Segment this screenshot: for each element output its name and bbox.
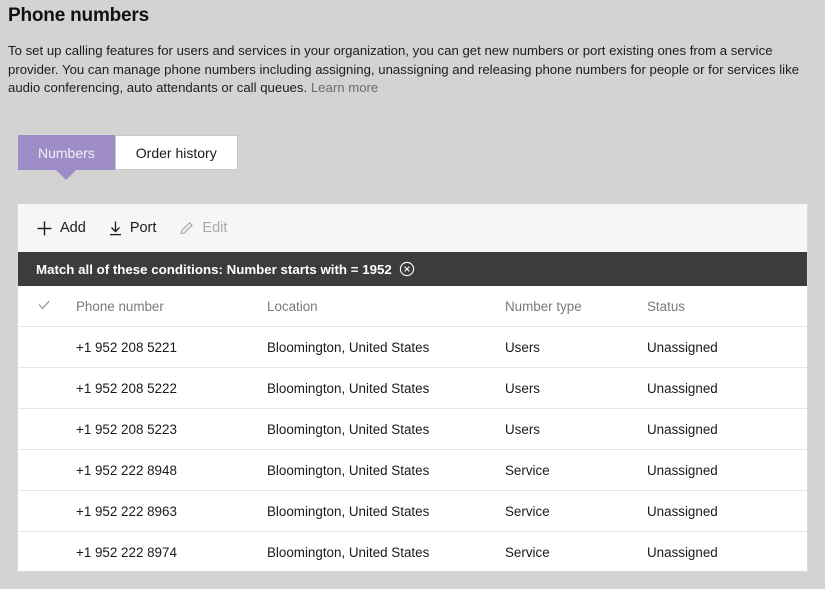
cell-location: Bloomington, United States (267, 490, 505, 532)
filter-bar: Match all of these conditions: Number st… (18, 252, 807, 286)
tab-order-history[interactable]: Order history (114, 135, 238, 170)
row-checkbox[interactable] (18, 367, 76, 409)
intro-paragraph: To set up calling features for users and… (8, 42, 814, 98)
row-checkbox[interactable] (18, 531, 76, 571)
cell-location: Bloomington, United States (267, 326, 505, 368)
cell-phone-number: +1 952 222 8974 (76, 531, 267, 571)
row-checkbox[interactable] (18, 490, 76, 532)
cell-number-type: Users (505, 326, 647, 368)
cell-location: Bloomington, United States (267, 449, 505, 491)
learn-more-link[interactable]: Learn more (311, 80, 378, 95)
page-title: Phone numbers (8, 5, 149, 26)
phone-numbers-page: Phone numbers To set up calling features… (0, 0, 825, 589)
numbers-panel: Add Port Edit Match all of these conditi… (17, 204, 808, 572)
cell-status: Unassigned (647, 531, 807, 571)
cell-status: Unassigned (647, 408, 807, 450)
cell-status: Unassigned (647, 326, 807, 368)
download-icon (108, 220, 123, 237)
plus-icon (36, 220, 53, 237)
cell-number-type: Service (505, 531, 647, 571)
add-button-label: Add (60, 220, 86, 236)
cell-phone-number: +1 952 222 8963 (76, 490, 267, 532)
cell-number-type: Service (505, 490, 647, 532)
tab-strip: Numbers Order history (18, 135, 238, 180)
cell-location: Bloomington, United States (267, 408, 505, 450)
table-row[interactable]: +1 952 222 8963 Bloomington, United Stat… (18, 490, 807, 532)
table-header: Phone number Location Number type Status (18, 286, 807, 327)
phone-numbers-table: Phone number Location Number type Status… (18, 286, 807, 571)
select-all-checkbox[interactable] (18, 286, 76, 327)
tab-pointer-icon (56, 170, 77, 180)
table-row[interactable]: +1 952 208 5222 Bloomington, United Stat… (18, 367, 807, 409)
column-header-phone-number[interactable]: Phone number (76, 286, 267, 327)
cell-status: Unassigned (647, 367, 807, 409)
cell-location: Bloomington, United States (267, 531, 505, 571)
table-body: +1 952 208 5221 Bloomington, United Stat… (18, 326, 807, 571)
edit-button: Edit (178, 220, 227, 237)
table-row[interactable]: +1 952 222 8948 Bloomington, United Stat… (18, 449, 807, 491)
cell-status: Unassigned (647, 449, 807, 491)
cell-location: Bloomington, United States (267, 367, 505, 409)
row-checkbox[interactable] (18, 408, 76, 450)
edit-button-label: Edit (202, 220, 228, 236)
cell-number-type: Users (505, 367, 647, 409)
row-checkbox[interactable] (18, 326, 76, 368)
circle-x-icon[interactable] (399, 261, 415, 277)
port-button[interactable]: Port (108, 220, 157, 237)
port-button-label: Port (129, 220, 157, 236)
cell-status: Unassigned (647, 490, 807, 532)
checkmark-icon (36, 300, 52, 316)
column-header-status[interactable]: Status (647, 286, 807, 327)
table-row[interactable]: +1 952 222 8974 Bloomington, United Stat… (18, 531, 807, 571)
cell-phone-number: +1 952 208 5221 (76, 326, 267, 368)
cell-phone-number: +1 952 208 5223 (76, 408, 267, 450)
column-header-number-type[interactable]: Number type (505, 286, 647, 327)
cell-number-type: Service (505, 449, 647, 491)
table-header-row: Phone number Location Number type Status (18, 286, 807, 327)
command-bar: Add Port Edit (18, 204, 807, 252)
tab-numbers[interactable]: Numbers (18, 135, 115, 180)
pencil-icon (178, 220, 195, 237)
add-button[interactable]: Add (36, 220, 86, 237)
table-row[interactable]: +1 952 208 5221 Bloomington, United Stat… (18, 326, 807, 368)
column-header-location[interactable]: Location (267, 286, 505, 327)
cell-phone-number: +1 952 222 8948 (76, 449, 267, 491)
cell-number-type: Users (505, 408, 647, 450)
table-row[interactable]: +1 952 208 5223 Bloomington, United Stat… (18, 408, 807, 450)
filter-condition-text: Match all of these conditions: Number st… (36, 261, 392, 277)
tab-numbers-label: Numbers (38, 144, 95, 161)
row-checkbox[interactable] (18, 449, 76, 491)
intro-text: To set up calling features for users and… (8, 43, 800, 95)
tab-order-history-label: Order history (135, 144, 217, 161)
cell-phone-number: +1 952 208 5222 (76, 367, 267, 409)
